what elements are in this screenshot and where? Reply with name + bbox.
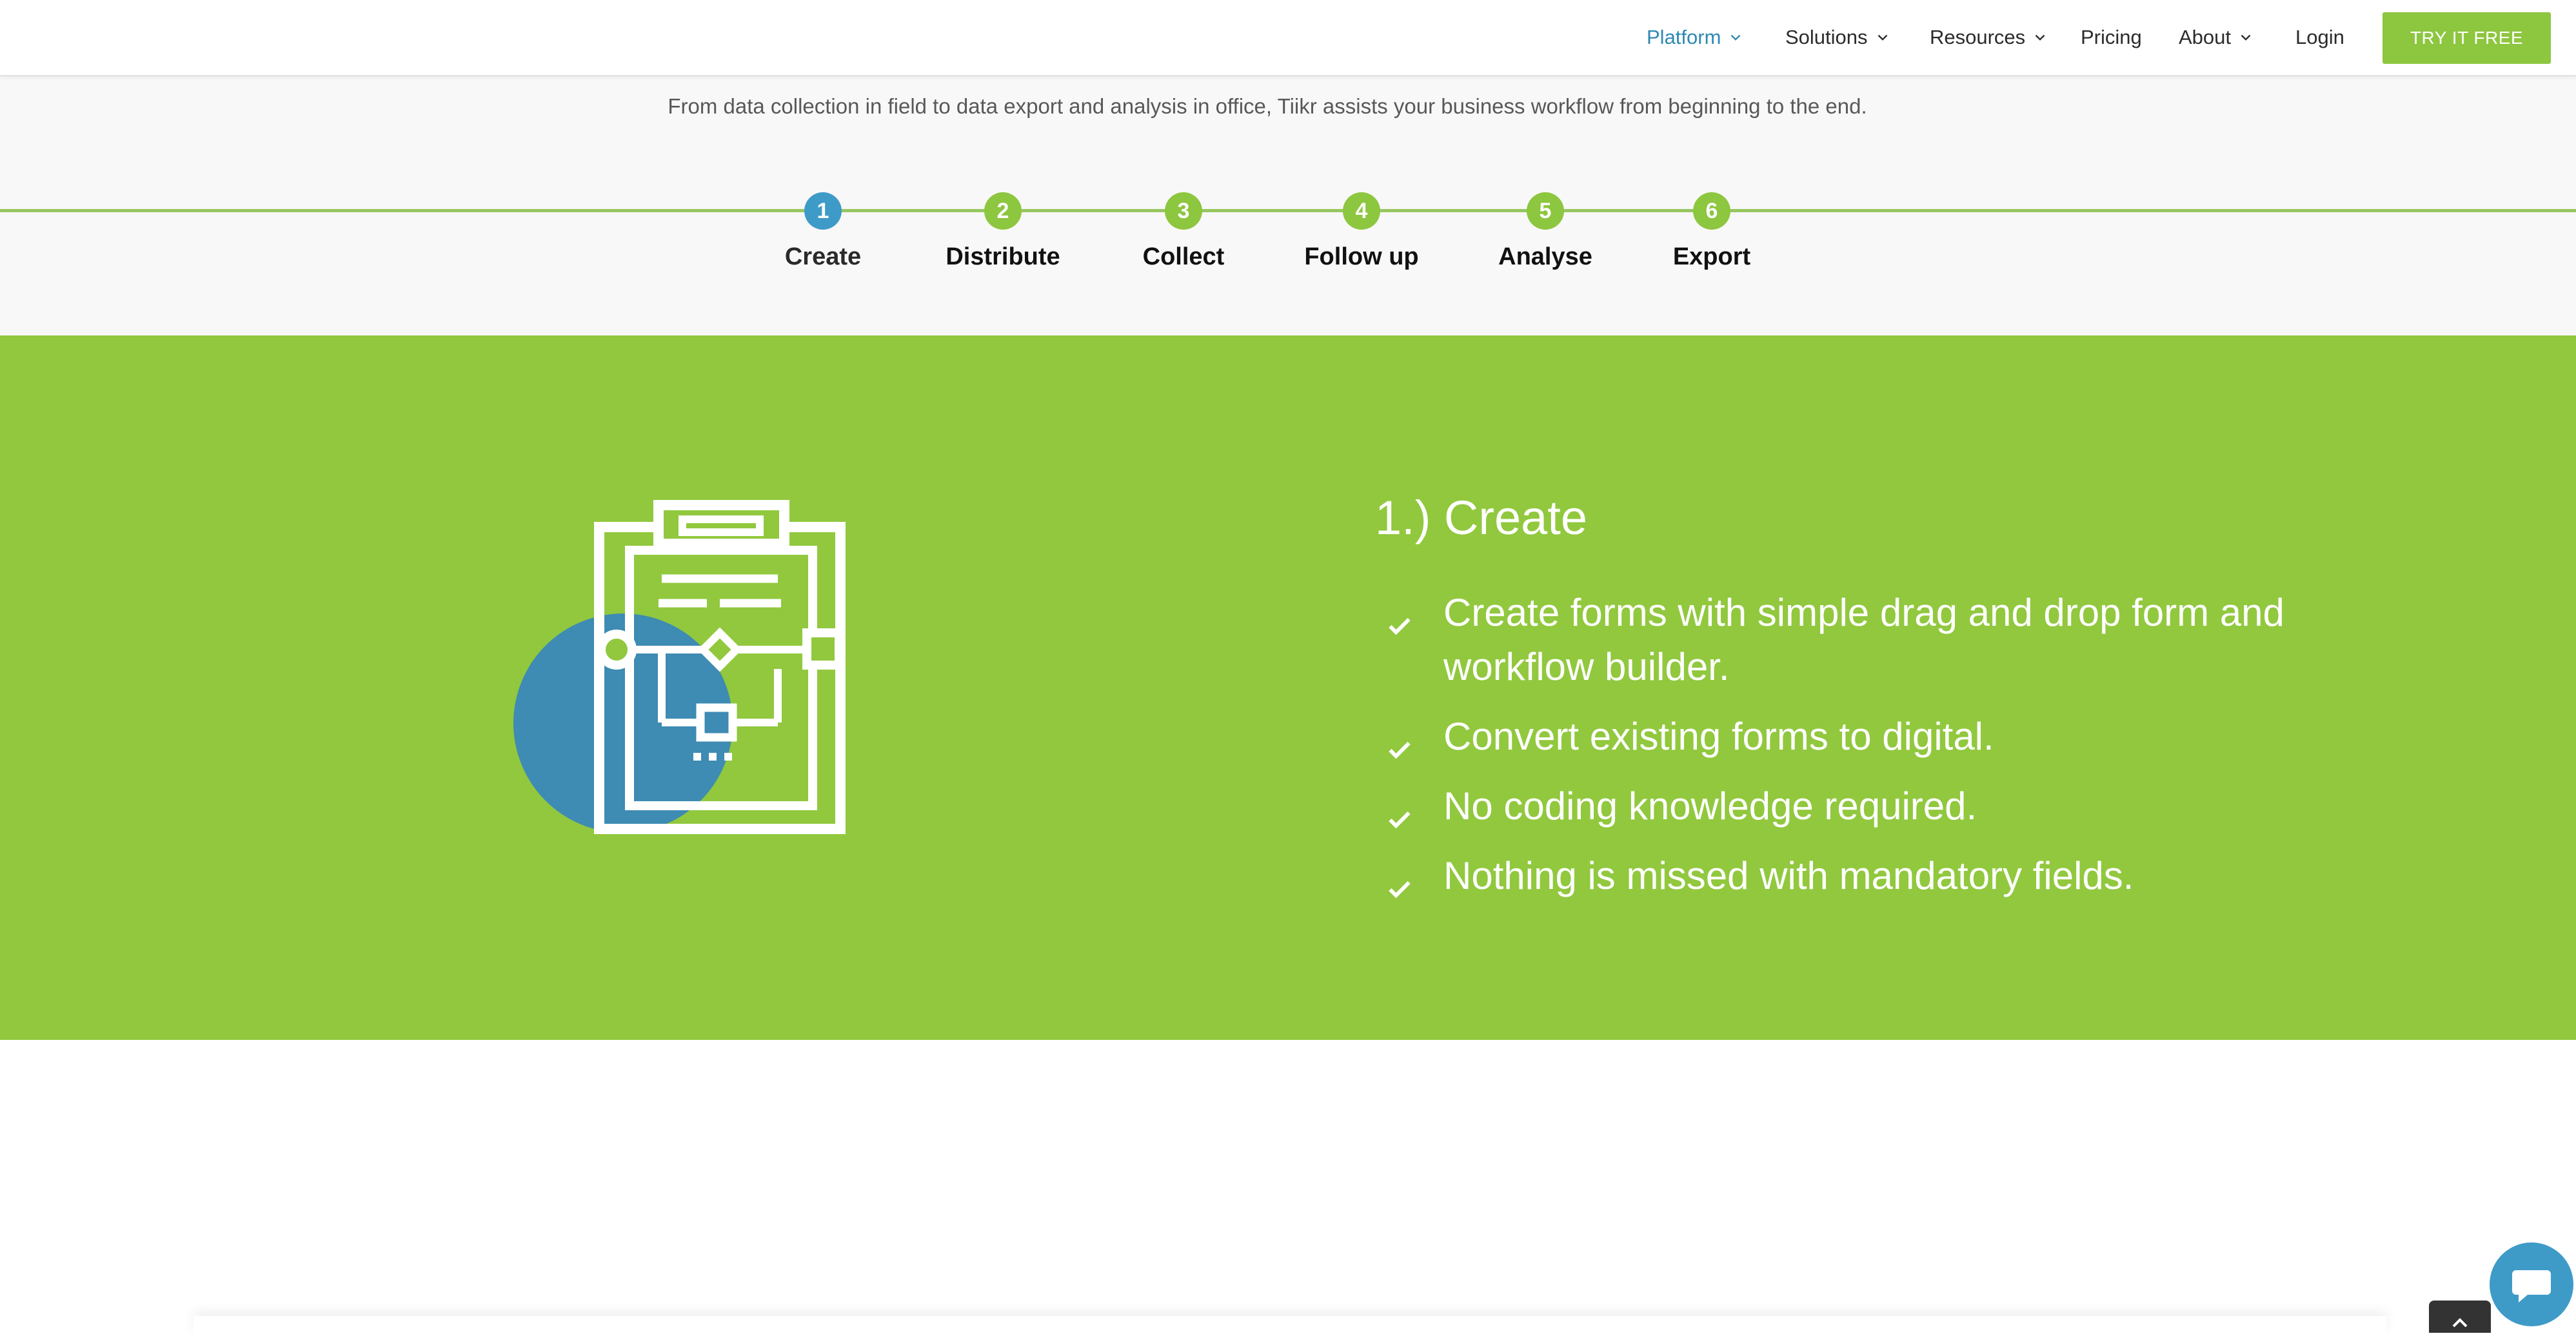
step-label: Analyse <box>1498 243 1592 270</box>
check-icon <box>1385 600 1414 635</box>
step-label: Collect <box>1142 243 1225 270</box>
step-label: Distribute <box>946 243 1060 270</box>
clipboard-workflow-icon <box>513 500 849 848</box>
nav-item-label: Solutions <box>1785 26 1868 48</box>
step-label: Export <box>1672 243 1751 270</box>
chevron-down-icon <box>2237 29 2254 46</box>
try-it-free-button[interactable]: TRY IT FREE <box>2383 12 2551 64</box>
chevron-down-icon <box>2032 29 2048 46</box>
step-create[interactable]: 1 Create <box>739 192 907 271</box>
nav-item-resources[interactable]: Resources <box>1930 0 2048 75</box>
chevron-up-icon <box>2452 1318 2468 1328</box>
step-label: Create <box>784 243 862 270</box>
check-icon <box>1385 724 1414 759</box>
nav-item-label: Pricing <box>2081 26 2142 48</box>
list-item: Create forms with simple drag and drop f… <box>1385 586 2353 694</box>
step-number-badge: 2 <box>984 192 1022 230</box>
nav-item-platform[interactable]: Platform <box>1647 0 1744 75</box>
step-number-badge: 4 <box>1343 192 1380 230</box>
step-number-badge: 1 <box>804 192 842 230</box>
list-item: Nothing is missed with mandatory fields. <box>1385 849 2353 903</box>
step-label: Follow up <box>1304 243 1419 270</box>
step-export[interactable]: 6 Export <box>1628 192 1796 271</box>
list-item-text: Convert existing forms to digital. <box>1443 715 1994 758</box>
step-follow-up[interactable]: 4 Follow up <box>1278 192 1445 271</box>
nav-item-label: About <box>2179 26 2232 48</box>
nav-item-label: Platform <box>1647 26 1721 48</box>
nav-item-label: Resources <box>1930 26 2026 48</box>
chat-button[interactable] <box>2490 1242 2573 1326</box>
check-icon <box>1385 793 1414 829</box>
step-number-badge: 3 <box>1165 192 1202 230</box>
list-item: Convert existing forms to digital. <box>1385 710 2353 764</box>
workflow-steps-section: From data collection in field to data ex… <box>0 75 2576 335</box>
step-number-badge: 5 <box>1527 192 1564 230</box>
nav-item-login[interactable]: Login <box>2295 0 2344 75</box>
top-navigation: Platform Solutions Resources Pricing Abo… <box>0 0 2576 77</box>
chevron-down-icon <box>1874 29 1891 46</box>
chevron-down-icon <box>1727 29 1744 46</box>
scroll-to-top-button[interactable] <box>2429 1301 2491 1333</box>
nav-item-pricing[interactable]: Pricing <box>2081 0 2142 75</box>
nav-item-solutions[interactable]: Solutions <box>1785 0 1891 75</box>
list-item-text: Create forms with simple drag and drop f… <box>1443 591 2284 688</box>
next-section-card <box>193 1316 2386 1335</box>
chat-bubble-icon <box>2512 1270 2551 1302</box>
nav-item-label: Login <box>2295 26 2344 48</box>
step-number-badge: 6 <box>1693 192 1730 230</box>
step-detail-section: 1.) Create Create forms with simple drag… <box>0 335 2576 1040</box>
step-detail-title: 1.) Create <box>1375 491 1588 544</box>
section-subtitle: From data collection in field to data ex… <box>668 94 1867 118</box>
step-distribute[interactable]: 2 Distribute <box>919 192 1087 271</box>
feature-list: Create forms with simple drag and drop f… <box>1385 586 2353 919</box>
list-item-text: Nothing is missed with mandatory fields. <box>1443 854 2134 897</box>
list-item: No coding knowledge required. <box>1385 779 2353 833</box>
check-icon <box>1385 863 1414 899</box>
step-collect[interactable]: 3 Collect <box>1100 192 1267 271</box>
step-analyse[interactable]: 5 Analyse <box>1461 192 1629 271</box>
nav-item-about[interactable]: About <box>2179 0 2254 75</box>
list-item-text: No coding knowledge required. <box>1443 784 1977 828</box>
